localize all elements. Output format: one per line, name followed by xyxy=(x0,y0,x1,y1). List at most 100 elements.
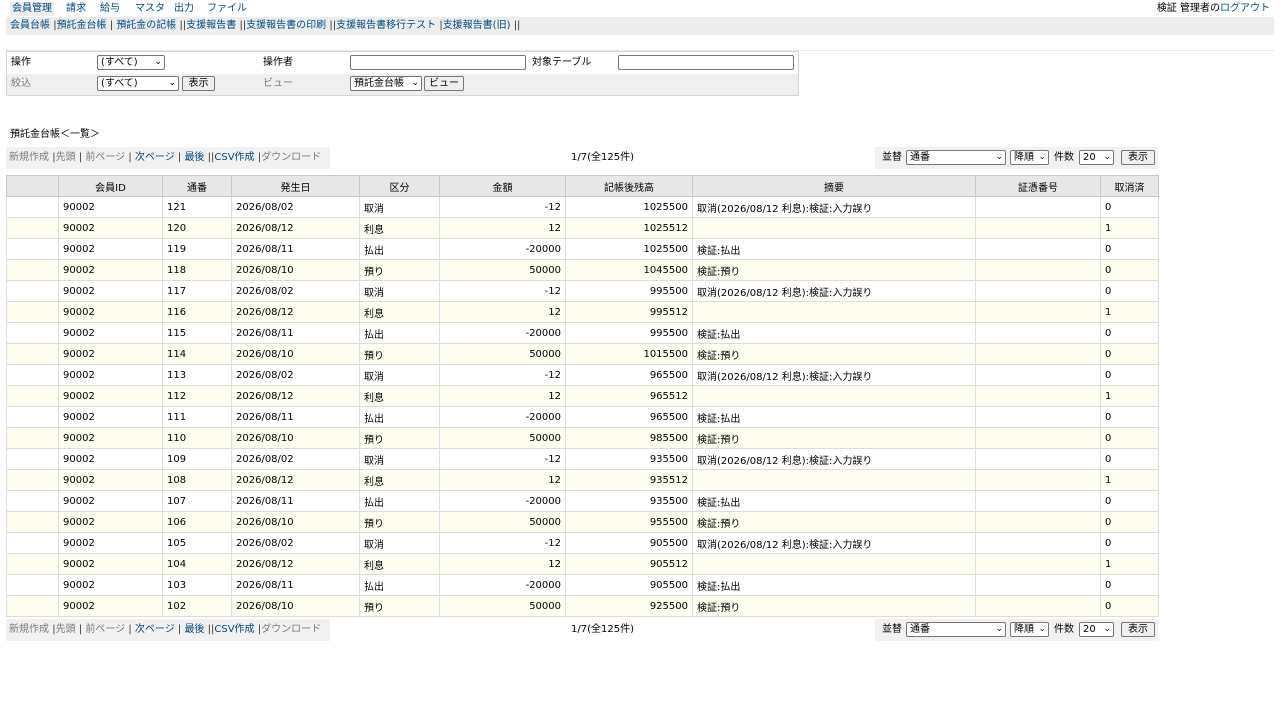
list-title: 預託金台帳＜一覧＞ xyxy=(10,129,100,140)
amount-cell: 50000 xyxy=(439,343,566,365)
table-row[interactable]: 90002 118 2026/08/10 預り 50000 1045500 検証:預り 0 xyxy=(6,259,1159,281)
table-row[interactable]: 90002 102 2026/08/10 預り 50000 925500 検証:預り 0 xyxy=(6,595,1159,617)
col-header-amount[interactable]: 金額 xyxy=(439,175,566,197)
table-row[interactable]: 90002 106 2026/08/10 預り 50000 955500 検証:預り 0 xyxy=(6,511,1159,533)
next-link[interactable]: 次ページ xyxy=(135,624,175,635)
submenu-support-report-print[interactable]: 支援報告書の印刷 xyxy=(246,20,326,31)
cancelled-cell: 0 xyxy=(1100,532,1159,554)
table-row[interactable]: 90002 114 2026/08/10 預り 50000 1015500 検証:預り 0 xyxy=(6,343,1159,365)
menu-output[interactable]: 出力 xyxy=(172,2,196,16)
menu-file[interactable]: ファイル xyxy=(205,2,249,16)
first-link[interactable]: 先頭 xyxy=(56,624,76,635)
csv-link[interactable]: CSV作成 xyxy=(214,152,254,163)
table-row[interactable]: 90002 112 2026/08/12 利息 12 965512 1 xyxy=(6,385,1159,407)
member-id-cell: 90002 xyxy=(58,385,163,407)
next-link[interactable]: 次ページ xyxy=(135,152,175,163)
col-header-date[interactable]: 発生日 xyxy=(231,175,360,197)
voucher-cell xyxy=(975,217,1101,239)
col-header-member-id[interactable]: 会員ID xyxy=(58,175,163,197)
menu-member-management[interactable]: 会員管理 xyxy=(10,2,54,16)
summary-cell: 検証:払出 xyxy=(692,322,976,344)
summary-cell xyxy=(692,301,976,323)
menu-master[interactable]: マスタ xyxy=(133,2,167,16)
summary-cell: 検証:払出 xyxy=(692,238,976,260)
date-cell: 2026/08/12 xyxy=(231,301,360,323)
last-link[interactable]: 最後 xyxy=(184,624,204,635)
table-row[interactable]: 90002 108 2026/08/12 利息 12 935512 1 xyxy=(6,469,1159,491)
count-select[interactable]: 20 ⌄ xyxy=(1079,150,1114,165)
date-cell: 2026/08/02 xyxy=(231,280,360,302)
menu-salary[interactable]: 給与 xyxy=(98,2,122,16)
voucher-cell xyxy=(975,385,1101,407)
last-link[interactable]: 最後 xyxy=(184,152,204,163)
table-row[interactable]: 90002 104 2026/08/12 利息 12 905512 1 xyxy=(6,553,1159,575)
amount-cell: 12 xyxy=(439,301,566,323)
count-select[interactable]: 20 ⌄ xyxy=(1079,622,1114,637)
col-header-summary[interactable]: 摘要 xyxy=(692,175,976,197)
table-row[interactable]: 90002 117 2026/08/02 取消 -12 995500 取消(2026/08/… xyxy=(6,280,1159,302)
new-link[interactable]: 新規作成 xyxy=(9,152,49,163)
balance-cell: 905512 xyxy=(565,553,693,575)
table-row[interactable]: 90002 113 2026/08/02 取消 -12 965500 取消(2026/08/… xyxy=(6,364,1159,386)
pager-bottom: 新規作成 |先頭 | 前ページ | 次ページ | 最後 ||CSV作成 |ダウン… xyxy=(6,619,1158,641)
cancelled-cell: 1 xyxy=(1100,553,1159,575)
amount-cell: 50000 xyxy=(439,595,566,617)
col-header-balance[interactable]: 記帳後残高 xyxy=(565,175,693,197)
table-row[interactable]: 90002 120 2026/08/12 利息 12 1025512 1 xyxy=(6,217,1159,239)
view-button[interactable]: ビュー xyxy=(424,76,464,91)
balance-cell: 1025500 xyxy=(565,238,693,260)
csv-link[interactable]: CSV作成 xyxy=(214,624,254,635)
order-select[interactable]: 降順 ⌄ xyxy=(1010,150,1049,165)
logout-link[interactable]: ログアウト xyxy=(1220,3,1270,14)
view-select[interactable]: 預託金台帳 ⌄ xyxy=(350,76,422,91)
col-header-serial[interactable]: 通番 xyxy=(162,175,232,197)
submenu-support-report[interactable]: 支援報告書 xyxy=(186,20,236,31)
col-header-cancelled[interactable]: 取消済 xyxy=(1100,175,1159,197)
filter-show-button[interactable]: 表示 xyxy=(182,76,215,91)
narrow-select[interactable]: (すべて) ⌄ xyxy=(97,76,179,91)
submenu-deposit-entry[interactable]: 預託金の記帳 xyxy=(116,20,176,31)
date-cell: 2026/08/10 xyxy=(231,511,360,533)
operation-select[interactable]: (すべて) ⌄ xyxy=(97,55,165,70)
menu-billing[interactable]: 請求 xyxy=(64,2,88,16)
operator-label: 操作者 xyxy=(263,57,293,68)
serial-cell: 108 xyxy=(162,469,232,491)
table-row[interactable]: 90002 107 2026/08/11 払出 -20000 935500 検証:払出 0 xyxy=(6,490,1159,512)
table-row[interactable]: 90002 121 2026/08/02 取消 -12 1025500 取消(2026/08… xyxy=(6,196,1159,218)
col-header-voucher[interactable]: 証憑番号 xyxy=(975,175,1101,197)
table-row[interactable]: 90002 116 2026/08/12 利息 12 995512 1 xyxy=(6,301,1159,323)
page-info: 1/7(全125件) xyxy=(571,152,634,163)
table-row[interactable]: 90002 105 2026/08/02 取消 -12 905500 取消(2026/08/… xyxy=(6,532,1159,554)
submenu-member-ledger[interactable]: 会員台帳 xyxy=(10,20,50,31)
order-select[interactable]: 降順 ⌄ xyxy=(1010,622,1049,637)
table-row[interactable]: 90002 110 2026/08/10 預り 50000 985500 検証:預り 0 xyxy=(6,427,1159,449)
submenu-support-report-migration[interactable]: 支援報告書移行テスト xyxy=(336,20,436,31)
download-link[interactable]: ダウンロード xyxy=(261,152,321,163)
pager-show-button[interactable]: 表示 xyxy=(1121,622,1155,637)
type-cell: 払出 xyxy=(359,238,440,260)
first-link[interactable]: 先頭 xyxy=(56,152,76,163)
download-link[interactable]: ダウンロード xyxy=(261,624,321,635)
prev-link[interactable]: 前ページ xyxy=(85,152,125,163)
sort-select[interactable]: 通番 ⌄ xyxy=(906,150,1006,165)
table-row[interactable]: 90002 111 2026/08/11 払出 -20000 965500 検証:払出 0 xyxy=(6,406,1159,428)
table-row[interactable]: 90002 119 2026/08/11 払出 -20000 1025500 検証:払出 0 xyxy=(6,238,1159,260)
table-row[interactable]: 90002 103 2026/08/11 払出 -20000 905500 検証:払出 0 xyxy=(6,574,1159,596)
table-row[interactable]: 90002 115 2026/08/11 払出 -20000 995500 検証:払出 0 xyxy=(6,322,1159,344)
new-link[interactable]: 新規作成 xyxy=(9,624,49,635)
sort-select[interactable]: 通番 ⌄ xyxy=(906,622,1006,637)
serial-cell: 114 xyxy=(162,343,232,365)
table-header: 会員ID 通番 発生日 区分 金額 記帳後残高 摘要 証憑番号 取消済 xyxy=(6,175,1159,197)
pager-controls: 並替 通番 ⌄ 降順 ⌄ 件数 20 ⌄ 表示 xyxy=(875,147,1158,169)
amount-cell: 12 xyxy=(439,217,566,239)
operator-input[interactable] xyxy=(350,55,526,70)
col-header-type[interactable]: 区分 xyxy=(359,175,440,197)
submenu-deposit-ledger[interactable]: 預託金台帳 xyxy=(57,20,107,31)
prev-link[interactable]: 前ページ xyxy=(85,624,125,635)
target-table-input[interactable] xyxy=(618,55,794,70)
summary-cell: 検証:預り xyxy=(692,427,976,449)
table-body: 90002 121 2026/08/02 取消 -12 1025500 取消(2026/08… xyxy=(6,196,1159,617)
pager-show-button[interactable]: 表示 xyxy=(1121,150,1155,165)
table-row[interactable]: 90002 109 2026/08/02 取消 -12 935500 取消(2026/08/… xyxy=(6,448,1159,470)
submenu-support-report-old[interactable]: 支援報告書(旧) xyxy=(443,20,511,31)
